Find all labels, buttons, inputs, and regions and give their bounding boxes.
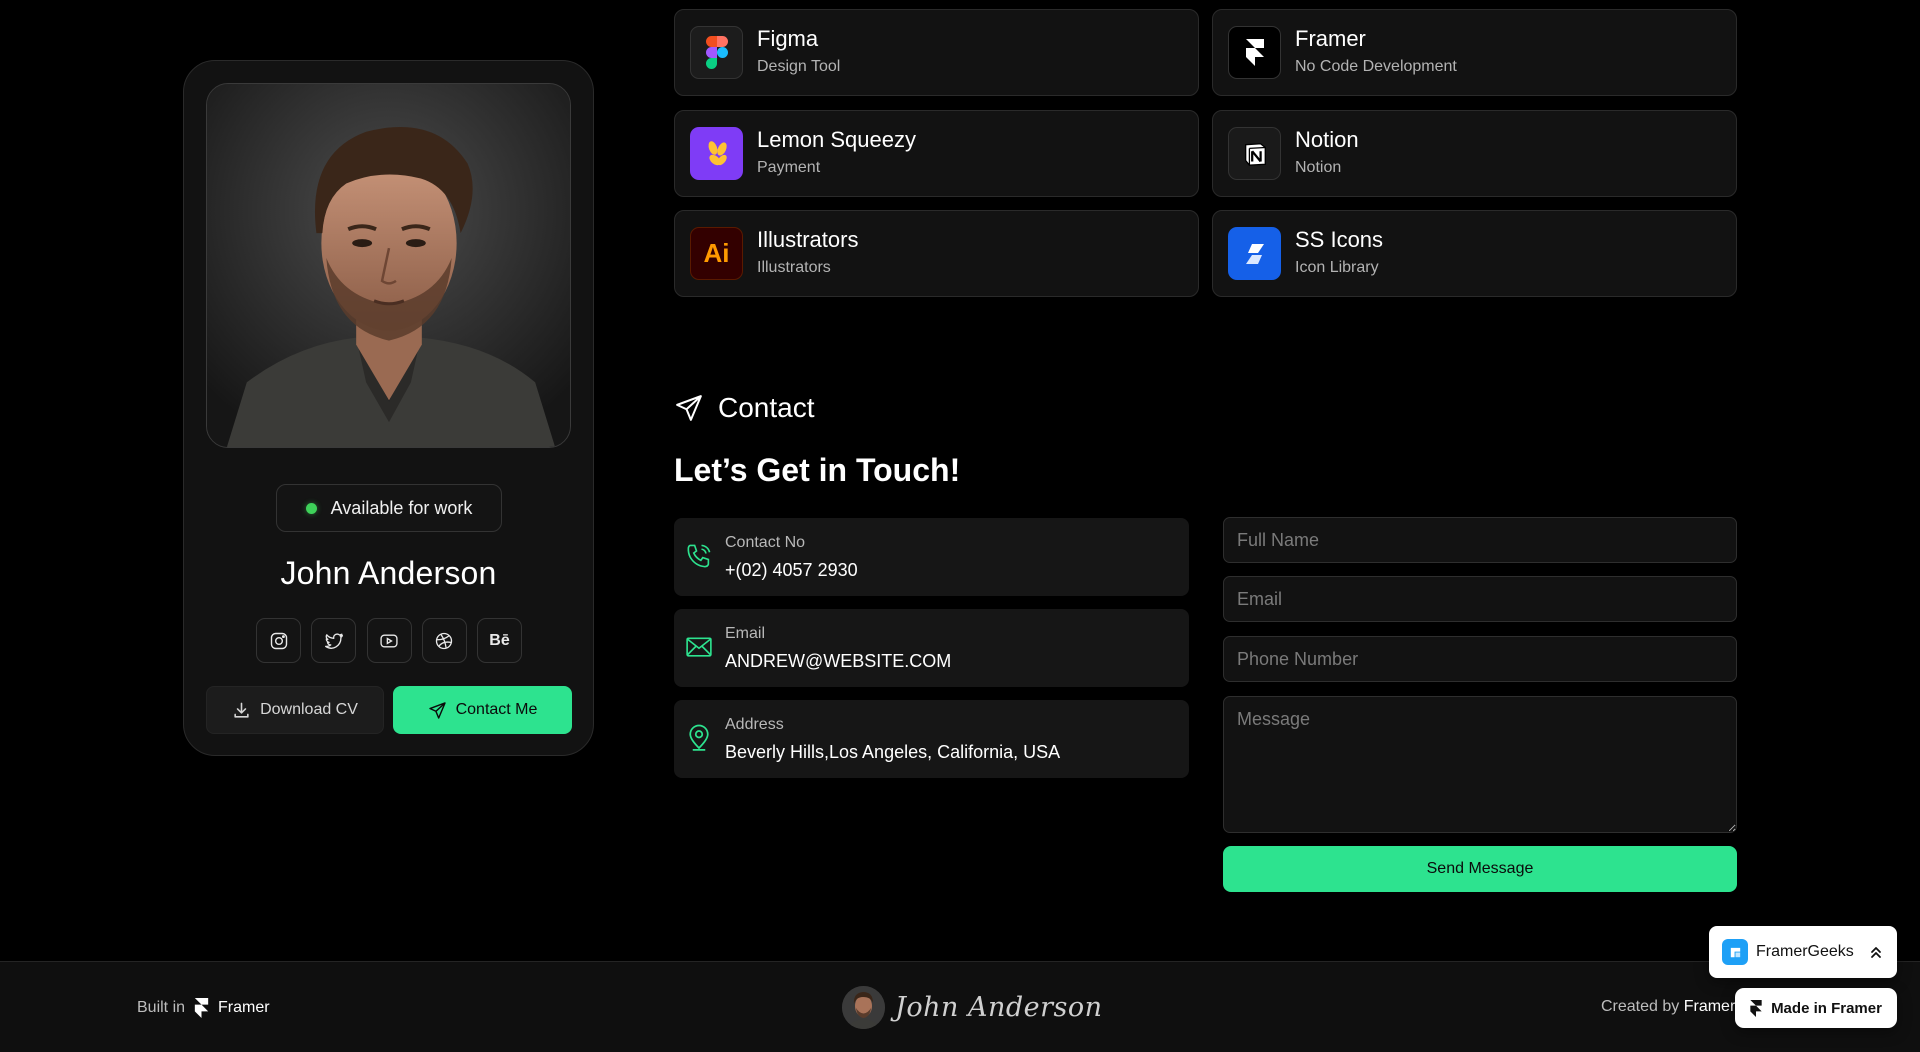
- send-message-button[interactable]: Send Message: [1223, 846, 1737, 892]
- download-icon: [234, 702, 249, 718]
- contact-section-title: Contact: [674, 392, 815, 424]
- lemon-squeezy-logo-icon: [690, 127, 743, 180]
- contact-title-label: Contact: [718, 392, 815, 423]
- illustrator-glyph: Ai: [703, 238, 730, 268]
- notion-logo-icon: [1228, 127, 1281, 180]
- ss-icons-logo-icon: [1228, 227, 1281, 280]
- twitter-icon[interactable]: [311, 618, 357, 663]
- contact-info-value: Beverly Hills,Los Angeles, California, U…: [725, 742, 1061, 762]
- availability-badge: Available for work: [276, 484, 502, 532]
- tool-name: Figma: [757, 26, 819, 51]
- tool-subtitle: Payment: [757, 159, 821, 176]
- tool-name: Framer: [1295, 26, 1366, 51]
- figma-logo-icon: [690, 26, 743, 79]
- phone-icon: [687, 544, 711, 568]
- created-by[interactable]: Created by Framer: [1601, 998, 1735, 1016]
- framer-logo-icon: [1228, 26, 1281, 79]
- footer: Built in Framer John Anderson Created by…: [0, 961, 1920, 1052]
- tool-name: SS Icons: [1295, 227, 1384, 252]
- created-brand-label: Framer: [1683, 998, 1736, 1015]
- map-pin-icon: [689, 724, 709, 751]
- footer-signature: John Anderson: [842, 986, 1103, 1029]
- behance-icon[interactable]: Bē: [477, 618, 522, 663]
- download-cv-button[interactable]: Download CV: [206, 686, 384, 734]
- tool-name: Illustrators: [757, 227, 859, 252]
- profile-photo: [206, 83, 571, 448]
- signature-text: John Anderson: [895, 992, 1103, 1023]
- profile-name: John Anderson: [280, 555, 497, 591]
- paper-plane-icon: [676, 395, 702, 421]
- avatar: [842, 986, 885, 1029]
- contact-info-email: Email ANDREW@WEBSITE.COM: [674, 609, 1189, 687]
- status-dot-icon: [305, 502, 317, 514]
- contact-info-phone: Contact No +(02) 4057 2930: [674, 518, 1189, 596]
- tool-card-notion[interactable]: Notion Notion: [1212, 110, 1737, 197]
- tool-subtitle: No Code Development: [1295, 58, 1457, 75]
- tool-card-framer[interactable]: Framer No Code Development: [1212, 9, 1737, 96]
- built-in-framer[interactable]: Built in Framer: [137, 998, 270, 1018]
- framergeeks-badge[interactable]: FramerGeeks: [1709, 926, 1897, 978]
- instagram-icon[interactable]: [256, 618, 301, 663]
- built-brand-label: Framer: [218, 999, 270, 1016]
- framer-logo-icon: [1750, 999, 1762, 1017]
- tool-card-ss-icons[interactable]: SS Icons Icon Library: [1212, 210, 1737, 297]
- tool-card-lemon-squeezy[interactable]: Lemon Squeezy Payment: [674, 110, 1199, 197]
- tool-subtitle: Illustrators: [757, 259, 831, 276]
- contact-me-button[interactable]: Contact Me: [393, 686, 572, 734]
- send-icon: [428, 701, 446, 719]
- profile-card: Available for work John Anderson Bē Down…: [183, 60, 594, 756]
- dribbble-icon[interactable]: [421, 618, 467, 663]
- tool-subtitle: Icon Library: [1295, 259, 1379, 276]
- framergeeks-label: FramerGeeks: [1756, 943, 1854, 960]
- phone-number-field[interactable]: [1223, 636, 1737, 682]
- tool-name: Notion: [1295, 127, 1359, 152]
- mail-icon: [686, 637, 712, 657]
- framergeeks-logo-icon: [1722, 939, 1748, 965]
- tool-name: Lemon Squeezy: [757, 127, 916, 152]
- tool-subtitle: Notion: [1295, 159, 1342, 176]
- contact-info-label: Address: [725, 716, 784, 733]
- youtube-icon[interactable]: [366, 618, 412, 663]
- email-field[interactable]: [1223, 576, 1737, 622]
- made-in-framer-label: Made in Framer: [1771, 999, 1882, 1017]
- contact-info-address: Address Beverly Hills,Los Angeles, Calif…: [674, 700, 1189, 778]
- contact-heading: Let’s Get in Touch!: [674, 452, 961, 488]
- illustrator-logo-icon: Ai: [690, 227, 743, 280]
- contact-info-label: Email: [725, 625, 766, 642]
- made-in-framer-badge[interactable]: Made in Framer: [1735, 988, 1897, 1028]
- contact-info-value: ANDREW@WEBSITE.COM: [725, 651, 952, 671]
- contact-me-label: Contact Me: [455, 701, 538, 718]
- full-name-field[interactable]: [1223, 517, 1737, 563]
- tool-subtitle: Design Tool: [757, 58, 841, 75]
- tool-card-figma[interactable]: Figma Design Tool: [674, 9, 1199, 96]
- contact-info-label: Contact No: [725, 534, 806, 551]
- contact-info-value: +(02) 4057 2930: [725, 560, 858, 580]
- framer-logo-icon: [194, 998, 209, 1018]
- chevrons-up-icon: [1871, 947, 1881, 958]
- message-field[interactable]: [1223, 696, 1737, 833]
- availability-label: Available for work: [330, 497, 473, 518]
- created-by-label: Created by: [1601, 998, 1680, 1015]
- tool-card-illustrator[interactable]: Ai Illustrators Illustrators: [674, 210, 1199, 297]
- built-in-label: Built in: [137, 999, 186, 1016]
- download-cv-label: Download CV: [260, 701, 358, 718]
- social-links: Bē: [256, 618, 522, 664]
- behance-glyph: Bē: [489, 631, 510, 649]
